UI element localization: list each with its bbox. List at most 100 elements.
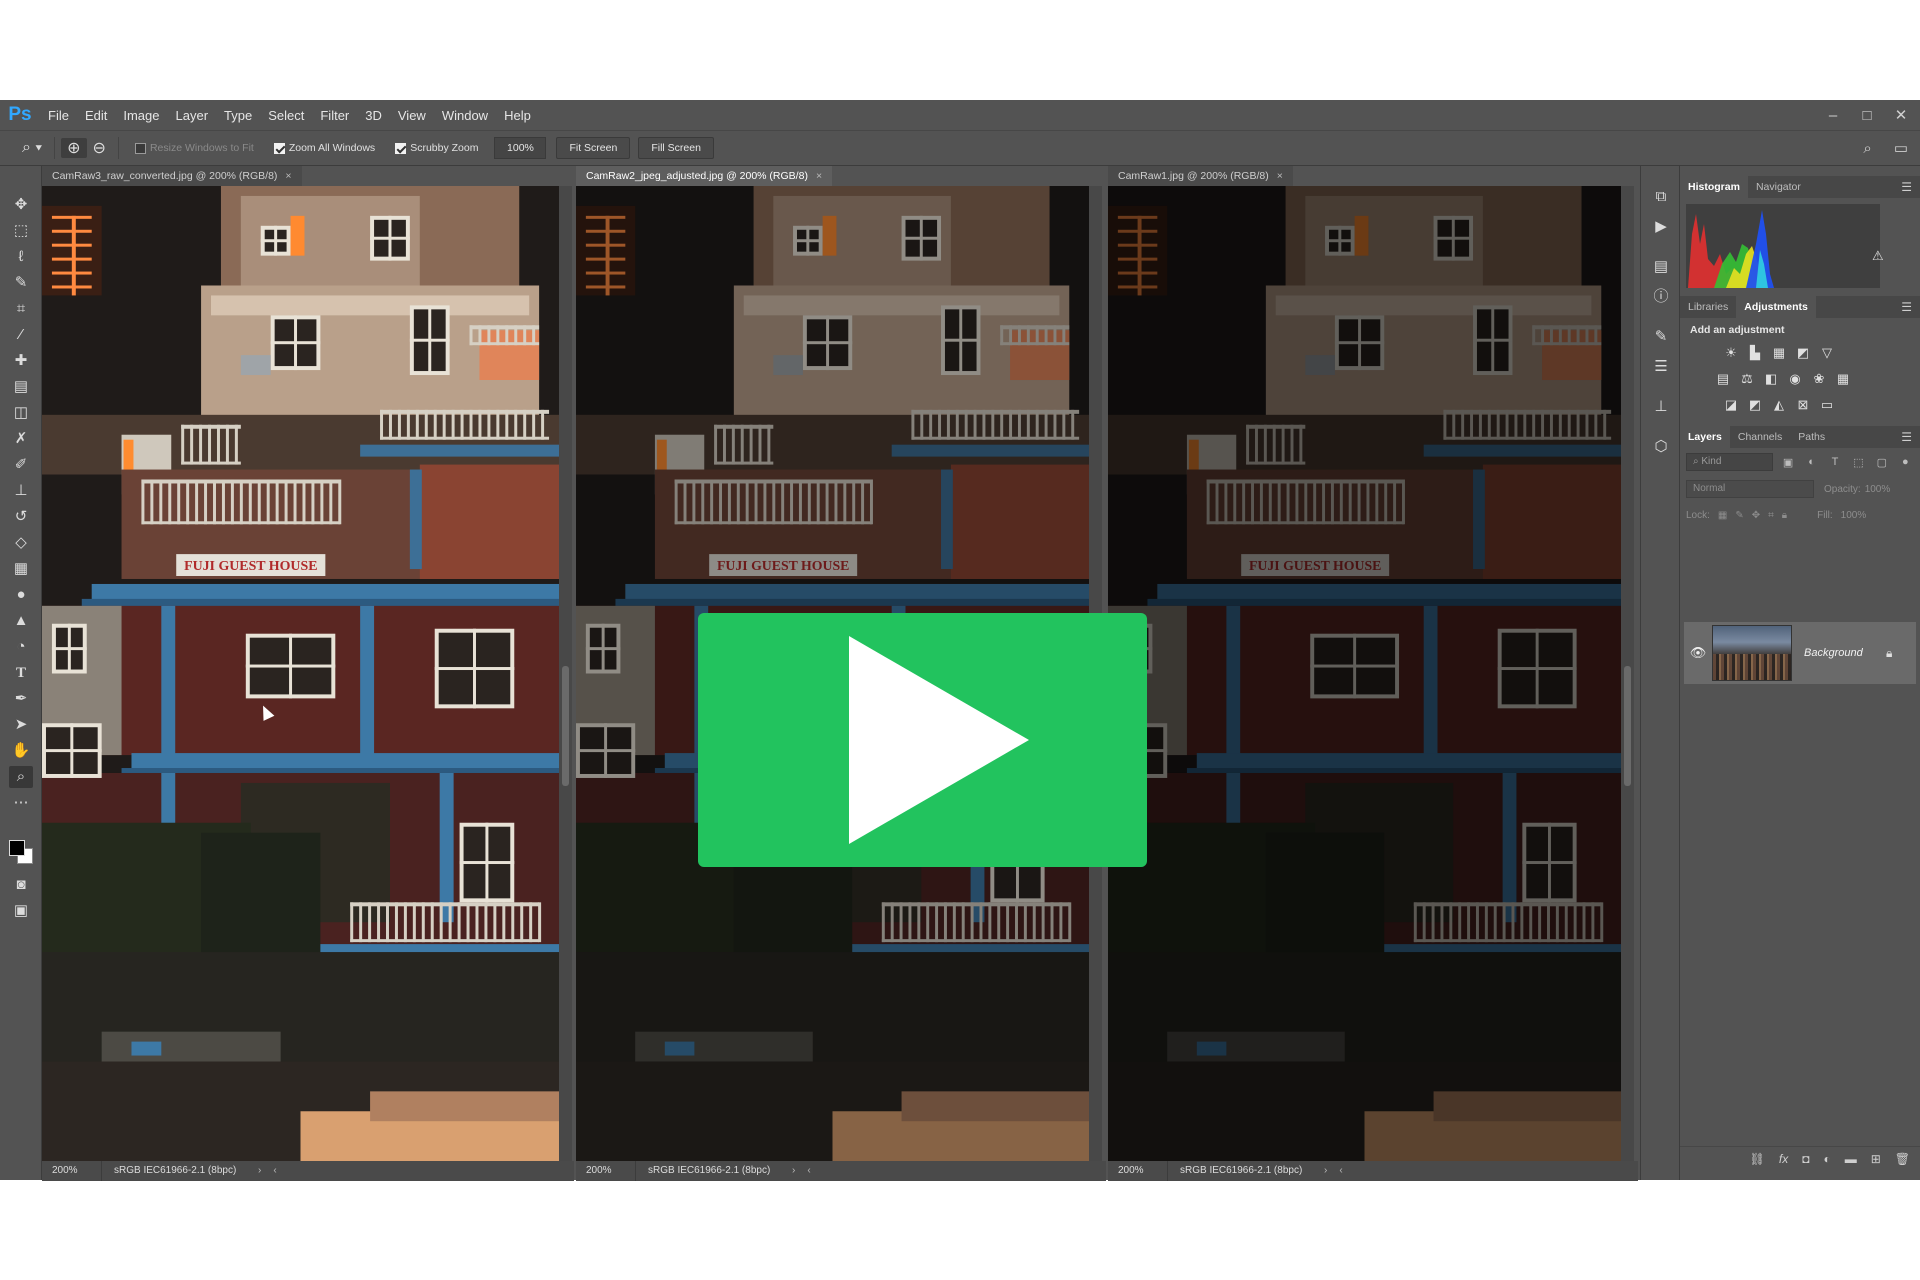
fill-value[interactable]: 100% [1841,510,1867,521]
lock-position-icon[interactable]: ✥ [1752,510,1760,521]
filter-toggle-icon[interactable]: ● [1897,456,1914,468]
tab-channels[interactable]: Channels [1730,426,1790,448]
layer-kind-filter[interactable]: ⌕ Kind [1686,453,1774,471]
chevron-left-icon[interactable]: ‹ [1333,1161,1348,1181]
trash-icon[interactable]: 🗑︎ [1895,1152,1910,1166]
panel-menu-icon[interactable]: ☰ [1901,176,1912,198]
tab-libraries[interactable]: Libraries [1680,296,1736,318]
menu-filter[interactable]: Filter [312,108,357,123]
panel-menu-icon[interactable]: ☰ [1901,296,1912,318]
clone-stamp-tool-icon[interactable]: ⊥ [9,480,33,502]
menu-window[interactable]: Window [434,108,496,123]
new-group-icon[interactable]: ▬ [1845,1152,1857,1166]
channel-mixer-icon[interactable]: ❀ [1810,370,1828,388]
lock-all-icon[interactable]: 🔒︎ [1782,510,1787,521]
zoom-readout[interactable]: 200% [1108,1161,1168,1181]
brush-settings-icon[interactable]: ✎ [1649,326,1673,348]
chevron-left-icon[interactable]: ‹ [267,1161,282,1181]
minimize-icon[interactable]: – [1824,107,1842,124]
content-aware-move-icon[interactable]: ✗ [9,428,33,450]
history-icon[interactable]: ⧉ [1649,186,1673,208]
resize-windows-checkbox[interactable]: Resize Windows to Fit [134,142,254,154]
dodge-tool-icon[interactable]: ◔ [9,636,33,658]
scrubby-zoom-checkbox[interactable]: Scrubby Zoom [395,142,478,154]
vertical-scrollbar[interactable] [559,186,572,1161]
hue-saturation-icon[interactable]: ▤ [1714,370,1732,388]
healing-brush-tool-icon[interactable]: ✚ [9,350,33,372]
curves-icon[interactable]: ▦ [1770,344,1788,362]
close-tab-icon[interactable]: × [285,170,291,182]
gradient-tool-icon[interactable]: ▦ [9,558,33,580]
blur-tool-icon[interactable]: ● [9,584,33,606]
path-select-tool-icon[interactable]: ➤ [9,714,33,736]
photo-filter-icon[interactable]: ◉ [1786,370,1804,388]
blend-mode-select[interactable]: Normal [1686,480,1814,498]
search-icon[interactable]: ⌕ [1863,140,1871,157]
menu-select[interactable]: Select [260,108,312,123]
eraser-tool-icon[interactable]: ◇ [9,532,33,554]
chevron-left-icon[interactable]: ‹ [801,1161,816,1181]
menu-help[interactable]: Help [496,108,539,123]
foreground-color-swatch[interactable] [9,840,25,856]
posterize-icon[interactable]: ◩ [1746,396,1764,414]
levels-icon[interactable]: ▙ [1746,344,1764,362]
add-mask-icon[interactable]: ◘ [1802,1152,1809,1166]
selective-color-icon[interactable]: ⊠ [1794,396,1812,414]
clone-source-icon[interactable]: ⊥ [1649,396,1673,418]
adjust-sliders-icon[interactable]: ☰ [1649,356,1673,378]
new-adjustment-layer-icon[interactable]: ◐ [1823,1152,1830,1166]
threshold-icon[interactable]: ◭ [1770,396,1788,414]
filter-pixel-icon[interactable]: ▣ [1779,456,1796,469]
properties-icon[interactable]: ▤ [1649,256,1673,278]
actions-play-icon[interactable]: ▶ [1649,216,1673,238]
exposure-icon[interactable]: ◩ [1794,344,1812,362]
zoom-tool-icon[interactable]: ⌕ [9,766,33,788]
eye-icon[interactable]: 👁︎ [1684,645,1712,661]
zoom-out-icon[interactable]: ⊖ [87,138,112,158]
color-balance-icon[interactable]: ⚖ [1738,370,1756,388]
chevron-right-icon[interactable]: › [786,1161,801,1181]
close-tab-icon[interactable]: × [1277,170,1283,182]
marquee-tool-icon[interactable]: ⬚ [9,220,33,242]
crop-tool-icon[interactable]: ⌗ [9,298,33,320]
workspace-icon[interactable]: ▭ [1894,139,1908,157]
3d-cube-icon[interactable]: ⬡ [1649,436,1673,458]
zoom-all-windows-checkbox[interactable]: Zoom All Windows [273,142,375,154]
zoom-readout[interactable]: 200% [42,1161,102,1181]
close-icon[interactable]: ✕ [1892,106,1910,124]
fx-icon[interactable]: fx [1779,1152,1788,1166]
fill-screen-button[interactable]: Fill Screen [638,137,714,159]
vibrance-icon[interactable]: ▽ [1818,344,1836,362]
zoom-in-icon[interactable]: ⊕ [61,138,87,158]
menu-file[interactable]: File [40,108,77,123]
hand-tool-icon[interactable]: ✋ [9,740,33,762]
new-layer-icon[interactable]: ⊞ [1871,1152,1881,1166]
tab-histogram[interactable]: Histogram [1680,176,1748,198]
close-tab-icon[interactable]: × [816,170,822,182]
chevron-right-icon[interactable]: › [252,1161,267,1181]
zoom-tool-preset-icon[interactable]: ⌕ ▾ [16,139,48,157]
more-tools-icon[interactable]: ⋯ [9,792,33,814]
menu-3d[interactable]: 3D [357,108,390,123]
color-lookup-icon[interactable]: ▦ [1834,370,1852,388]
lock-transparent-icon[interactable]: ▦ [1718,510,1727,521]
move-tool-icon[interactable]: ✥ [9,194,33,216]
frame-tool-icon[interactable]: ◫ [9,402,33,424]
panel-menu-icon[interactable]: ☰ [1901,426,1912,448]
filter-adjustment-icon[interactable]: ◐ [1803,456,1820,468]
opacity-value[interactable]: 100% [1865,484,1891,495]
menu-image[interactable]: Image [115,108,167,123]
tab-layers[interactable]: Layers [1680,426,1730,448]
play-button[interactable] [698,613,1147,867]
menu-type[interactable]: Type [216,108,260,123]
document-tab-3[interactable]: CamRaw1.jpg @ 200% (RGB/8) × [1108,166,1293,186]
menu-edit[interactable]: Edit [77,108,115,123]
screen-mode-icon[interactable]: ▣ [9,900,33,922]
menu-layer[interactable]: Layer [168,108,217,123]
cache-warning-icon[interactable]: ⚠ [1872,248,1884,264]
black-white-icon[interactable]: ◧ [1762,370,1780,388]
menu-view[interactable]: View [390,108,434,123]
eyedropper-tool-icon[interactable]: ⁄ [9,324,33,346]
tab-navigator[interactable]: Navigator [1748,176,1809,198]
lasso-tool-icon[interactable]: ℓ [9,246,33,268]
